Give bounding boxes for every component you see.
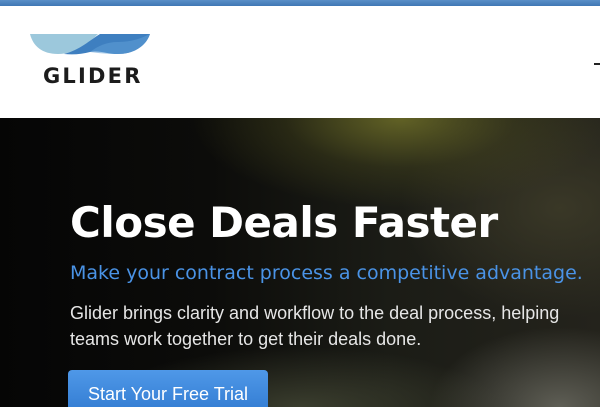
- logo-wordmark: GLIDER: [43, 64, 143, 88]
- hero-description: Glider brings clarity and workflow to th…: [70, 303, 560, 349]
- hero-title: Close Deals Faster: [70, 198, 498, 247]
- nav-menu-edge[interactable]: [594, 63, 600, 65]
- glider-wing-logo-icon: [30, 34, 150, 55]
- start-free-trial-button[interactable]: Start Your Free Trial: [68, 370, 268, 407]
- site-header: GLIDER: [0, 6, 600, 118]
- hero-banner: Close Deals Faster Make your contract pr…: [0, 118, 600, 407]
- glider-logo-link[interactable]: GLIDER: [28, 32, 158, 102]
- hero-subtitle: Make your contract process a competitive…: [70, 262, 583, 284]
